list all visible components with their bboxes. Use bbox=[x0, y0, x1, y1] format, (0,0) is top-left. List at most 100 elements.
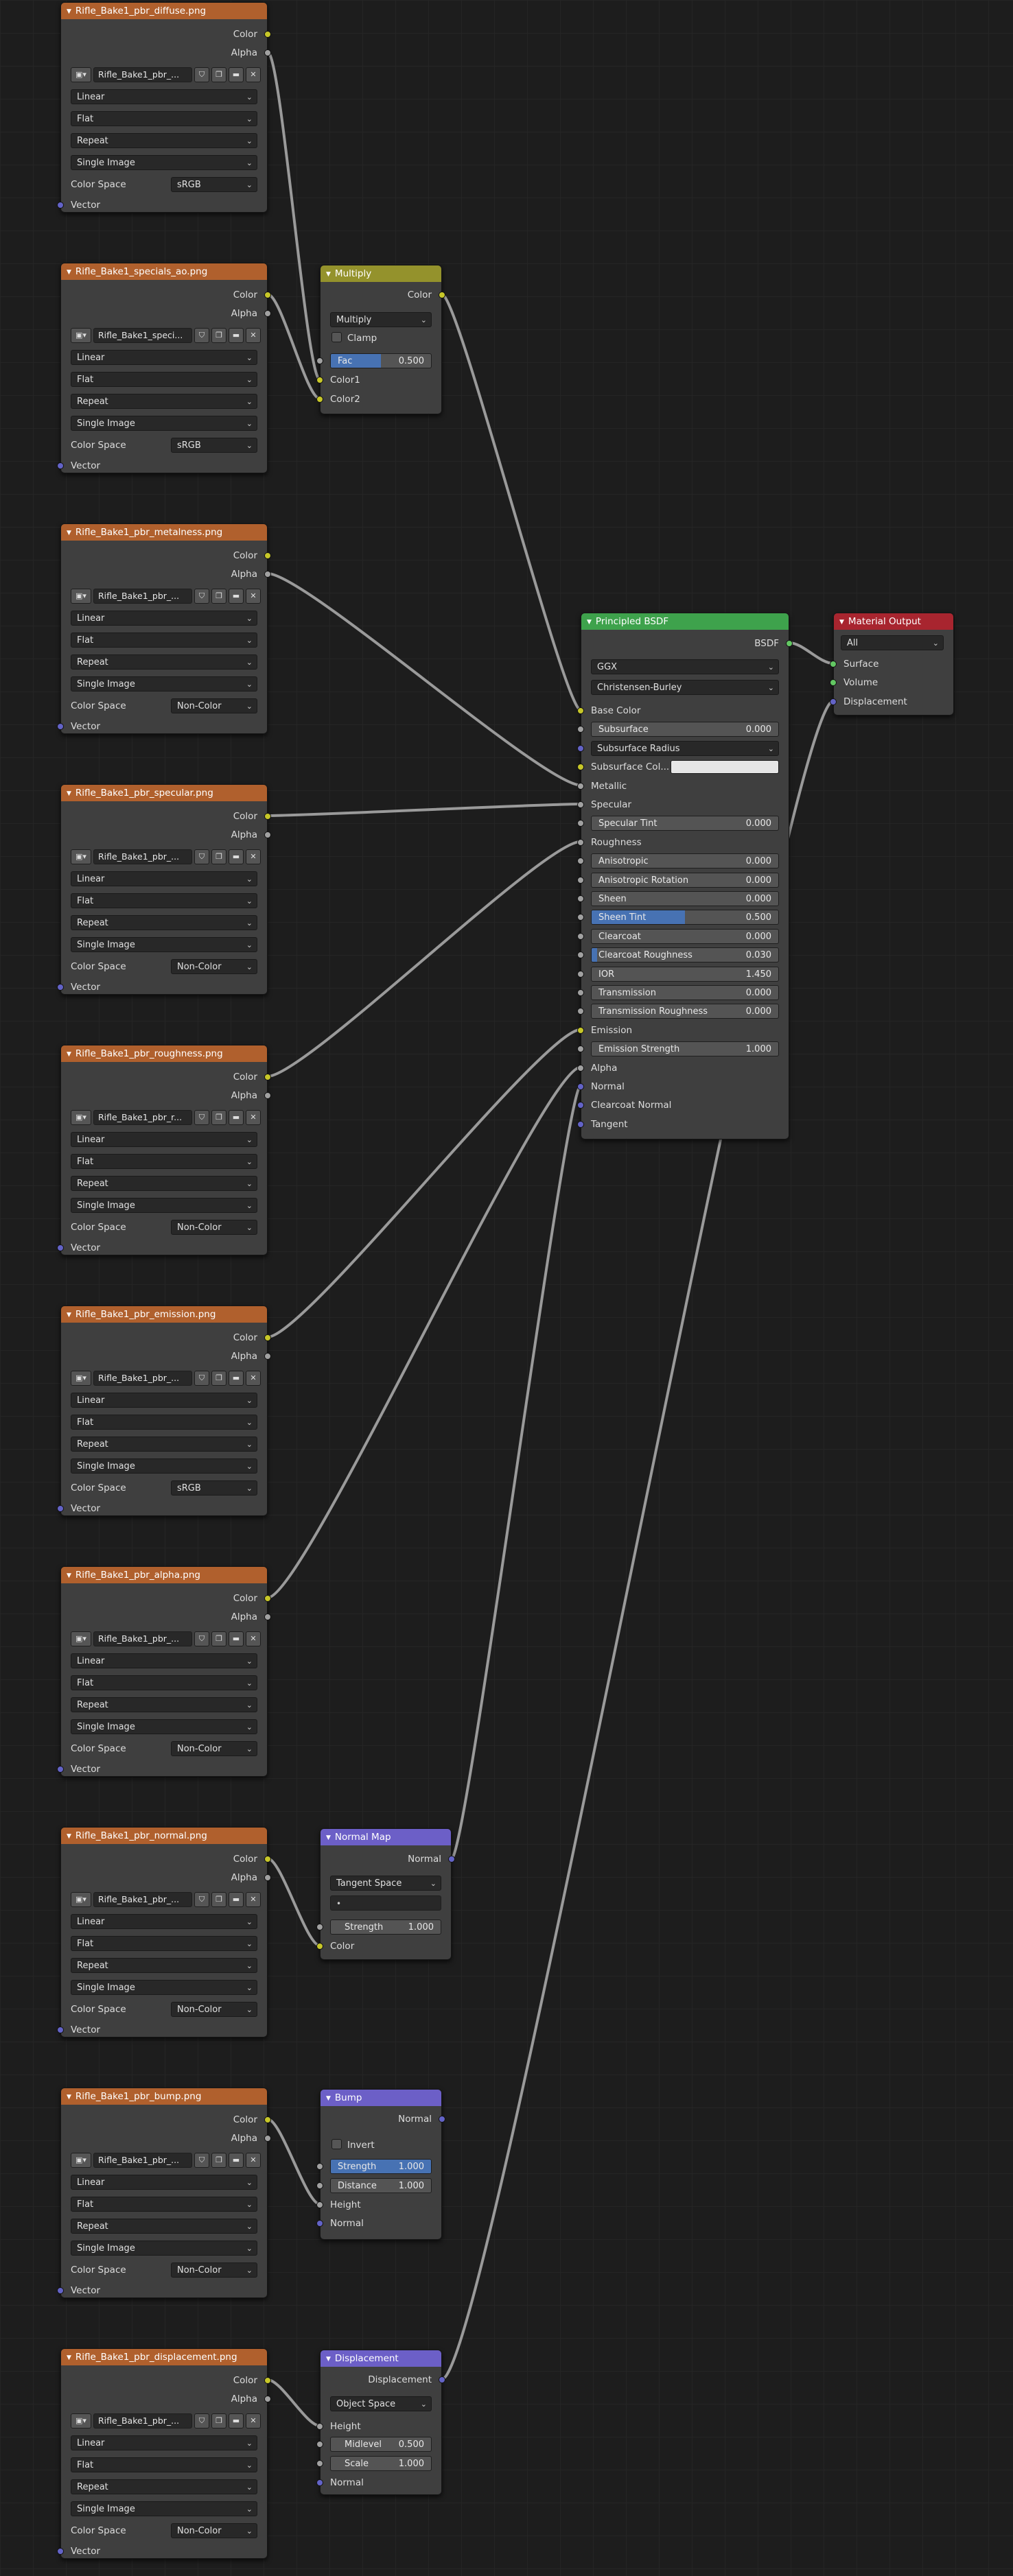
extension-dropdown[interactable]: Repeat ⌄ bbox=[71, 1697, 257, 1712]
source-dropdown[interactable]: Single Image ⌄ bbox=[71, 1719, 257, 1734]
subsurface-color-swatch[interactable] bbox=[671, 760, 779, 775]
collapse-arrow-icon[interactable]: ▼ bbox=[67, 1046, 71, 1062]
projection-dropdown[interactable]: Flat ⌄ bbox=[71, 1675, 257, 1690]
shield-icon[interactable]: ⛉ bbox=[194, 2153, 209, 2168]
duplicate-icon[interactable]: ❐ bbox=[211, 1371, 226, 1386]
image-texture-node-1[interactable]: ▼ Rifle_Bake1_pbr_diffuse.png Color Alpha… bbox=[57, 2, 271, 213]
output-alpha-socket[interactable] bbox=[264, 2396, 271, 2402]
interpolation-dropdown[interactable]: Linear ⌄ bbox=[71, 1914, 257, 1929]
image-texture-node-10[interactable]: ▼ Rifle_Bake1_pbr_displacement.png Color … bbox=[57, 2348, 271, 2559]
node-header[interactable]: ▼ Rifle_Bake1_pbr_displacement.png bbox=[61, 2349, 267, 2365]
source-dropdown[interactable]: Single Image ⌄ bbox=[71, 416, 257, 431]
output-alpha-socket[interactable] bbox=[264, 1353, 271, 1360]
bsdf-slider[interactable]: Emission Strength 1.000 bbox=[591, 1041, 779, 1057]
duplicate-icon[interactable]: ❐ bbox=[211, 2413, 226, 2429]
close-icon[interactable]: ✕ bbox=[246, 1110, 261, 1125]
output-alpha-socket[interactable] bbox=[264, 2135, 271, 2142]
image-selector[interactable]: ▣▾ Rifle_Bake1_pbr_... ⛉ ❐ ▬ ✕ bbox=[71, 2413, 261, 2429]
image-texture-node-8[interactable]: ▼ Rifle_Bake1_pbr_normal.png Color Alpha … bbox=[57, 1827, 271, 2037]
input-height-socket[interactable] bbox=[316, 2201, 323, 2208]
close-icon[interactable]: ✕ bbox=[246, 67, 261, 82]
image-selector[interactable]: ▣▾ Rifle_Bake1_pbr_... ⛉ ❐ ▬ ✕ bbox=[71, 849, 261, 865]
node-link[interactable] bbox=[789, 641, 834, 665]
image-name-field[interactable]: Rifle_Bake1_pbr_r... bbox=[93, 1110, 192, 1125]
color-space-dropdown[interactable]: Non-Color ⌄ bbox=[171, 1741, 257, 1756]
extension-dropdown[interactable]: Repeat ⌄ bbox=[71, 394, 257, 409]
input-vector-socket[interactable] bbox=[57, 1244, 64, 1251]
node-header[interactable]: ▼ Principled BSDF bbox=[581, 613, 789, 630]
output-color-socket[interactable] bbox=[264, 2116, 271, 2123]
node-link[interactable] bbox=[267, 1028, 581, 1338]
collapse-arrow-icon[interactable]: ▼ bbox=[326, 2090, 331, 2106]
image-icon[interactable]: ▣▾ bbox=[71, 589, 91, 604]
output-alpha-socket[interactable] bbox=[264, 1874, 271, 1881]
input-height-socket[interactable] bbox=[316, 2423, 323, 2430]
node-header[interactable]: ▼ Normal Map bbox=[321, 1829, 451, 1845]
color-space-dropdown[interactable]: Non-Color ⌄ bbox=[171, 1220, 257, 1235]
output-normal-socket[interactable] bbox=[448, 1856, 455, 1863]
image-selector[interactable]: ▣▾ Rifle_Bake1_pbr_... ⛉ ❐ ▬ ✕ bbox=[71, 2152, 261, 2169]
input-socket[interactable] bbox=[577, 838, 584, 846]
image-selector[interactable]: ▣▾ Rifle_Bake1_pbr_... ⛉ ❐ ▬ ✕ bbox=[71, 1891, 261, 1908]
output-color-socket[interactable] bbox=[439, 292, 445, 298]
image-texture-node-7[interactable]: ▼ Rifle_Bake1_pbr_alpha.png Color Alpha ▣… bbox=[57, 1566, 271, 1777]
node-link[interactable] bbox=[267, 1857, 321, 1947]
input-socket[interactable] bbox=[577, 895, 584, 902]
node-link[interactable] bbox=[450, 1085, 582, 1860]
image-name-field[interactable]: Rifle_Bake1_speci... bbox=[93, 328, 192, 343]
material-output-node[interactable]: ▼ Material Output All ⌄ Surface Volume Dis… bbox=[830, 613, 954, 716]
distribution-dropdown[interactable]: GGX ⌄ bbox=[591, 659, 779, 674]
bsdf-slider[interactable]: IOR 1.450 bbox=[591, 966, 779, 982]
input-distance-socket[interactable] bbox=[316, 2182, 323, 2189]
displacement-node[interactable]: ▼ Displacement Displacement Object Space ⌄… bbox=[316, 2350, 445, 2495]
bsdf-slider[interactable]: Sheen 0.000 bbox=[591, 891, 779, 906]
output-normal-socket[interactable] bbox=[439, 2116, 445, 2123]
bsdf-slider[interactable]: Transmission 0.000 bbox=[591, 985, 779, 1000]
input-socket[interactable] bbox=[577, 820, 584, 827]
image-icon[interactable]: ▣▾ bbox=[71, 2413, 91, 2429]
bsdf-slider[interactable]: Subsurface 0.000 bbox=[591, 722, 779, 737]
node-link[interactable] bbox=[267, 803, 581, 817]
image-texture-node-6[interactable]: ▼ Rifle_Bake1_pbr_emission.png Color Alph… bbox=[57, 1305, 271, 1516]
projection-dropdown[interactable]: Flat ⌄ bbox=[71, 1154, 257, 1169]
extension-dropdown[interactable]: Repeat ⌄ bbox=[71, 2479, 257, 2494]
shield-icon[interactable]: ⛉ bbox=[194, 849, 209, 864]
input-socket[interactable] bbox=[577, 876, 584, 884]
shield-icon[interactable]: ⛉ bbox=[194, 589, 209, 604]
input-displacement-socket[interactable] bbox=[830, 698, 837, 705]
source-dropdown[interactable]: Single Image ⌄ bbox=[71, 155, 257, 170]
collapse-arrow-icon[interactable]: ▼ bbox=[67, 2089, 71, 2105]
collapse-arrow-icon[interactable]: ▼ bbox=[67, 1568, 71, 1583]
image-texture-node-3[interactable]: ▼ Rifle_Bake1_pbr_metalness.png Color Alp… bbox=[57, 523, 271, 734]
image-selector[interactable]: ▣▾ Rifle_Bake1_pbr_... ⛉ ❐ ▬ ✕ bbox=[71, 588, 261, 604]
input-normal-socket[interactable] bbox=[316, 2479, 323, 2486]
bsdf-slider[interactable]: Anisotropic Rotation 0.000 bbox=[591, 872, 779, 888]
folder-icon[interactable]: ▬ bbox=[229, 67, 244, 82]
node-link[interactable] bbox=[267, 2378, 321, 2427]
node-header[interactable]: ▼ Rifle_Bake1_pbr_normal.png bbox=[61, 1828, 267, 1844]
input-socket[interactable] bbox=[577, 970, 584, 978]
close-icon[interactable]: ✕ bbox=[246, 1371, 261, 1386]
input-scale-socket[interactable] bbox=[316, 2460, 323, 2467]
input-vector-socket[interactable] bbox=[57, 2026, 64, 2033]
bsdf-slider[interactable]: Transmission Roughness 0.000 bbox=[591, 1004, 779, 1019]
output-color-socket[interactable] bbox=[264, 1856, 271, 1863]
folder-icon[interactable]: ▬ bbox=[229, 1631, 244, 1646]
shield-icon[interactable]: ⛉ bbox=[194, 328, 209, 343]
image-icon[interactable]: ▣▾ bbox=[71, 849, 91, 864]
node-header[interactable]: ▼ Rifle_Bake1_pbr_emission.png bbox=[61, 1306, 267, 1323]
source-dropdown[interactable]: Single Image ⌄ bbox=[71, 937, 257, 952]
output-alpha-socket[interactable] bbox=[264, 1092, 271, 1099]
input-socket[interactable] bbox=[577, 1064, 584, 1072]
collapse-arrow-icon[interactable]: ▼ bbox=[67, 1307, 71, 1323]
image-selector[interactable]: ▣▾ Rifle_Bake1_speci... ⛉ ❐ ▬ ✕ bbox=[71, 327, 261, 344]
node-header[interactable]: ▼ Multiply bbox=[321, 265, 441, 282]
output-color-socket[interactable] bbox=[264, 2377, 271, 2384]
color-space-dropdown[interactable]: Non-Color ⌄ bbox=[171, 2262, 257, 2278]
image-icon[interactable]: ▣▾ bbox=[71, 67, 91, 82]
interpolation-dropdown[interactable]: Linear ⌄ bbox=[71, 89, 257, 104]
folder-icon[interactable]: ▬ bbox=[229, 2153, 244, 2168]
projection-dropdown[interactable]: Flat ⌄ bbox=[71, 893, 257, 908]
collapse-arrow-icon[interactable]: ▼ bbox=[67, 785, 71, 801]
subsurface-radius-dropdown[interactable]: Subsurface Radius ⌄ bbox=[591, 740, 779, 756]
